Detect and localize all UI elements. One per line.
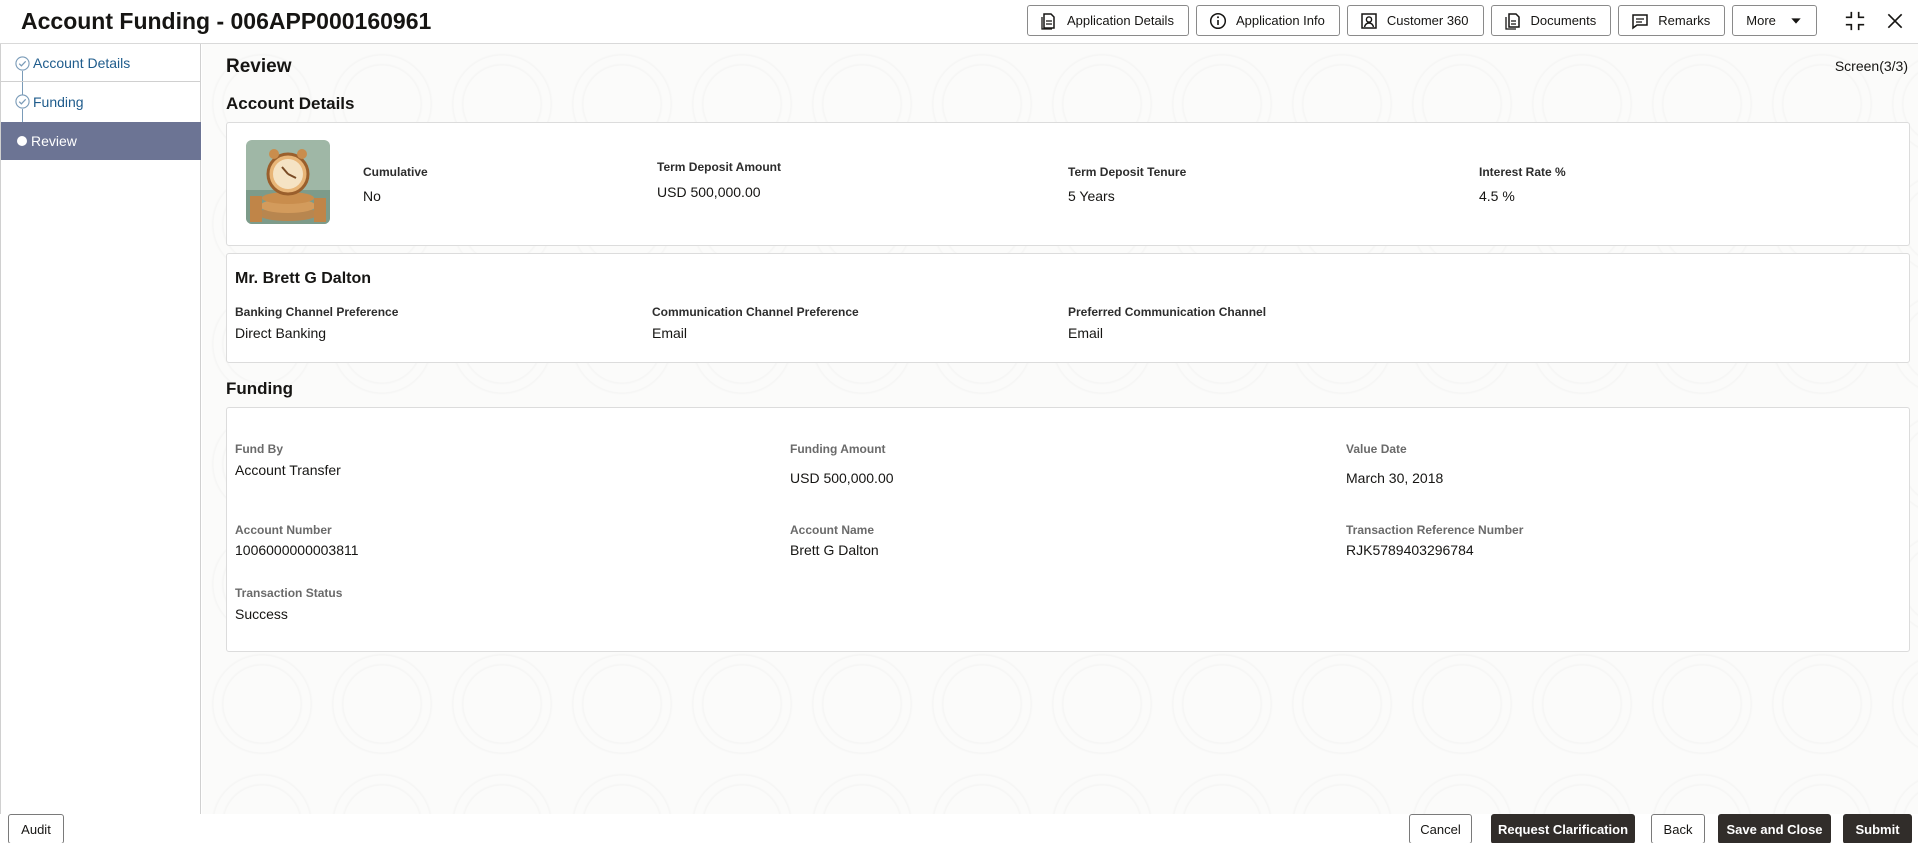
application-info-button[interactable]: Application Info bbox=[1195, 5, 1340, 36]
close-icon[interactable] bbox=[1883, 9, 1907, 33]
funding-amount-value: USD 500,000.00 bbox=[790, 470, 894, 486]
cumulative-label: Cumulative bbox=[363, 165, 428, 179]
audit-button[interactable]: Audit bbox=[8, 814, 64, 843]
fund-by-label: Fund By bbox=[235, 442, 283, 456]
account-name-value: Brett G Dalton bbox=[790, 542, 879, 558]
value-date-label: Value Date bbox=[1346, 442, 1407, 456]
term-deposit-image bbox=[246, 140, 330, 224]
collapse-icon[interactable] bbox=[1843, 9, 1867, 33]
preferred-communication-channel-value: Email bbox=[1068, 325, 1104, 341]
account-name-label: Account Name bbox=[790, 523, 875, 537]
application-info-label: Application Info bbox=[1235, 13, 1325, 28]
value-date-value: March 30, 2018 bbox=[1346, 470, 1444, 486]
more-button[interactable]: More bbox=[1732, 5, 1817, 36]
main-content: Review Screen(3/3) Account Details Cumul… bbox=[202, 44, 1918, 814]
step-label: Review bbox=[31, 133, 77, 149]
check-circle-icon bbox=[15, 56, 30, 71]
cumulative-value: No bbox=[363, 188, 381, 204]
transaction-status-value: Success bbox=[235, 606, 288, 622]
step-account-details[interactable]: Account Details bbox=[1, 44, 201, 82]
step-label: Funding bbox=[33, 93, 84, 110]
caret-down-icon bbox=[1791, 17, 1801, 24]
application-details-label: Application Details bbox=[1067, 13, 1174, 28]
banking-channel-preference-label: Banking Channel Preference bbox=[235, 305, 399, 319]
save-and-close-button[interactable]: Save and Close bbox=[1718, 814, 1831, 843]
more-label: More bbox=[1746, 13, 1776, 28]
step-navigation: Account Details Funding Review bbox=[0, 44, 201, 814]
documents-icon bbox=[1504, 12, 1520, 30]
interest-rate-label: Interest Rate % bbox=[1479, 165, 1566, 179]
info-icon bbox=[1209, 12, 1227, 29]
step-label: Account Details bbox=[33, 54, 131, 71]
funding-amount-label: Funding Amount bbox=[790, 442, 886, 456]
step-funding[interactable]: Funding bbox=[1, 82, 201, 121]
account-details-card: Cumulative No Term Deposit Amount USD 50… bbox=[226, 122, 1910, 246]
remarks-button[interactable]: Remarks bbox=[1618, 5, 1726, 36]
app-root: Account Funding - 006APP000160961 Applic… bbox=[0, 0, 1918, 843]
request-clarification-button[interactable]: Request Clarification bbox=[1491, 814, 1635, 843]
term-deposit-tenure-value: 5 Years bbox=[1068, 188, 1115, 204]
customer-card: Mr. Brett G Dalton Banking Channel Prefe… bbox=[226, 253, 1910, 363]
customer-name: Mr. Brett G Dalton bbox=[235, 270, 372, 287]
transaction-reference-number-label: Transaction Reference Number bbox=[1346, 523, 1524, 537]
submit-button[interactable]: Submit bbox=[1843, 814, 1912, 843]
communication-channel-preference-value: Email bbox=[652, 325, 688, 341]
page-title: Account Funding - 006APP000160961 bbox=[21, 8, 432, 34]
interest-rate-value: 4.5 % bbox=[1479, 188, 1515, 204]
documents-label: Documents bbox=[1530, 13, 1597, 28]
cancel-button[interactable]: Cancel bbox=[1409, 814, 1472, 843]
fund-by-value: Account Transfer bbox=[235, 462, 341, 478]
header: Account Funding - 006APP000160961 Applic… bbox=[0, 0, 1918, 44]
banking-channel-preference-value: Direct Banking bbox=[235, 325, 327, 341]
review-title: Review bbox=[226, 56, 292, 77]
communication-channel-preference-label: Communication Channel Preference bbox=[652, 305, 859, 319]
step-review[interactable]: Review bbox=[1, 122, 201, 160]
term-deposit-tenure-label: Term Deposit Tenure bbox=[1068, 165, 1187, 179]
account-number-label: Account Number bbox=[235, 523, 332, 537]
transaction-status-label: Transaction Status bbox=[235, 586, 343, 600]
account-details-title: Account Details bbox=[226, 94, 355, 113]
screen-count: Screen(3/3) bbox=[1834, 58, 1908, 74]
term-deposit-amount-value: USD 500,000.00 bbox=[657, 184, 761, 200]
transaction-reference-number-value: RJK5789403296784 bbox=[1346, 542, 1474, 558]
message-icon bbox=[1632, 13, 1649, 29]
check-circle-icon bbox=[15, 94, 30, 109]
customer-360-label: Customer 360 bbox=[1386, 13, 1469, 28]
document-icon bbox=[1041, 12, 1055, 30]
person-icon bbox=[1361, 12, 1377, 29]
funding-card: Fund By Account Transfer Funding Amount … bbox=[226, 407, 1910, 652]
funding-title: Funding bbox=[226, 379, 294, 398]
active-step-dot bbox=[17, 136, 27, 146]
remarks-label: Remarks bbox=[1658, 13, 1711, 28]
term-deposit-amount-label: Term Deposit Amount bbox=[657, 160, 782, 174]
preferred-communication-channel-label: Preferred Communication Channel bbox=[1068, 305, 1267, 319]
footer-action-bar: Audit Cancel Request Clarification Back … bbox=[0, 814, 1918, 843]
account-number-value: 1006000000003811 bbox=[235, 542, 359, 558]
customer-360-button[interactable]: Customer 360 bbox=[1346, 5, 1484, 36]
back-button[interactable]: Back bbox=[1651, 814, 1705, 843]
application-details-button[interactable]: Application Details bbox=[1027, 5, 1189, 36]
toolbar: Application Details Application Info Cus… bbox=[1027, 5, 1817, 36]
documents-button[interactable]: Documents bbox=[1490, 5, 1612, 36]
window-controls bbox=[1843, 9, 1907, 33]
